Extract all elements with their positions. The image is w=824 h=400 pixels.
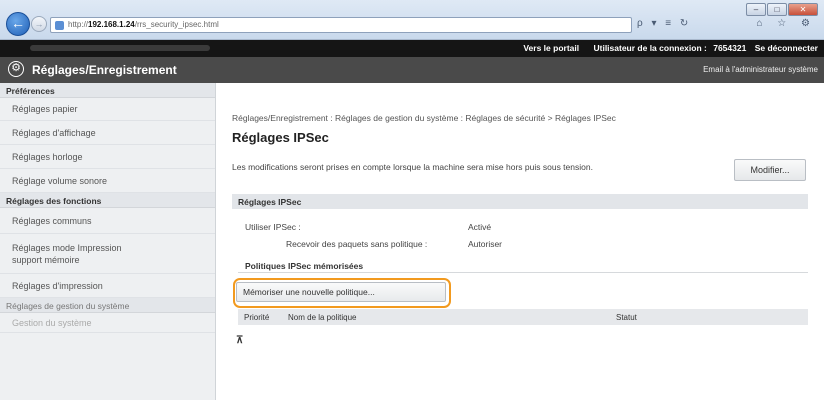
description-text: Les modifications seront prises en compt… — [232, 162, 593, 172]
registered-policies-heading: Politiques IPSec mémorisées — [245, 261, 364, 271]
minimize-button[interactable]: – — [746, 3, 766, 16]
main-content: Réglages/Enregistrement : Réglages de ge… — [216, 83, 824, 400]
browser-toolbar-icons[interactable]: ⌂ ☆ ⚙ — [756, 18, 816, 29]
sidebar-heading-preferences[interactable]: Préférences — [0, 83, 215, 98]
header-title: Réglages/Enregistrement — [32, 63, 177, 77]
top-navigation-bar: Vers le portail Utilisateur de la connex… — [0, 40, 824, 57]
page-title: Réglages IPSec — [232, 130, 329, 145]
column-policy-name: Nom de la politique — [288, 313, 357, 322]
close-window-button[interactable]: ✕ — [788, 3, 818, 16]
forward-arrow-icon[interactable]: → — [31, 16, 47, 32]
use-ipsec-label: Utiliser IPSec : — [245, 222, 301, 232]
sidebar-item-display[interactable]: Réglages d'affichage — [0, 121, 215, 145]
maximize-button[interactable]: □ — [767, 3, 787, 16]
sidebar-item-print[interactable]: Réglages d'impression — [0, 274, 215, 298]
sidebar-heading-system[interactable]: Réglages de gestion du système — [0, 298, 215, 313]
address-url[interactable]: http://192.168.1.24/rrs_security_ipsec.h… — [68, 20, 219, 29]
sidebar-item-clock[interactable]: Réglages horloge — [0, 145, 215, 169]
sidebar-heading-functions[interactable]: Réglages des fonctions — [0, 193, 215, 208]
receive-packets-value: Autoriser — [468, 239, 503, 249]
section-header-ipsec: Réglages IPSec — [232, 194, 808, 209]
highlight-outline — [233, 278, 451, 308]
sidebar-item-paper[interactable]: Réglages papier — [0, 98, 215, 121]
policy-table-header: Priorité Nom de la politique Statut — [238, 309, 808, 325]
receive-packets-label: Recevoir des paquets sans politique : — [286, 239, 428, 249]
back-arrow-icon[interactable]: ← — [6, 12, 30, 36]
portal-link[interactable]: Vers le portail — [523, 43, 579, 53]
sidebar: Préférences Réglages papier Réglages d'a… — [0, 83, 216, 400]
breadcrumb: Réglages/Enregistrement : Réglages de ge… — [232, 113, 616, 123]
sidebar-item-common[interactable]: Réglages communs — [0, 208, 215, 234]
email-admin-link[interactable]: Email à l'administrateur système — [703, 65, 818, 74]
login-user-label: Utilisateur de la connexion : — [593, 43, 707, 53]
page-header: ⚙ Réglages/Enregistrement Email à l'admi… — [0, 57, 824, 83]
column-status: Statut — [616, 313, 637, 322]
device-name-redacted — [30, 45, 210, 51]
window-controls: – □ ✕ — [746, 3, 818, 16]
browser-chrome: – □ ✕ ← → http://192.168.1.24/rrs_securi… — [0, 0, 824, 40]
divider — [238, 272, 808, 273]
use-ipsec-value: Activé — [468, 222, 492, 232]
sidebar-item-media-print[interactable]: Réglages mode Impression support mémoire — [0, 234, 215, 274]
logout-link[interactable]: Se déconnecter — [755, 43, 818, 53]
page-favicon-icon — [55, 21, 64, 30]
sidebar-item-volume[interactable]: Réglage volume sonore — [0, 169, 215, 193]
column-priority: Priorité — [244, 313, 270, 322]
address-tools-icons[interactable]: ρ ▾ ≡ ↻ — [637, 18, 691, 29]
modify-button[interactable]: Modifier... — [734, 159, 806, 181]
login-user-id: 7654321 — [713, 43, 747, 53]
settings-gear-icon: ⚙ — [8, 61, 24, 77]
sidebar-item-system-mgmt[interactable]: Gestion du système — [0, 313, 215, 333]
address-bar[interactable]: http://192.168.1.24/rrs_security_ipsec.h… — [50, 17, 632, 33]
scroll-to-top-icon[interactable]: ⊼ — [236, 335, 243, 346]
